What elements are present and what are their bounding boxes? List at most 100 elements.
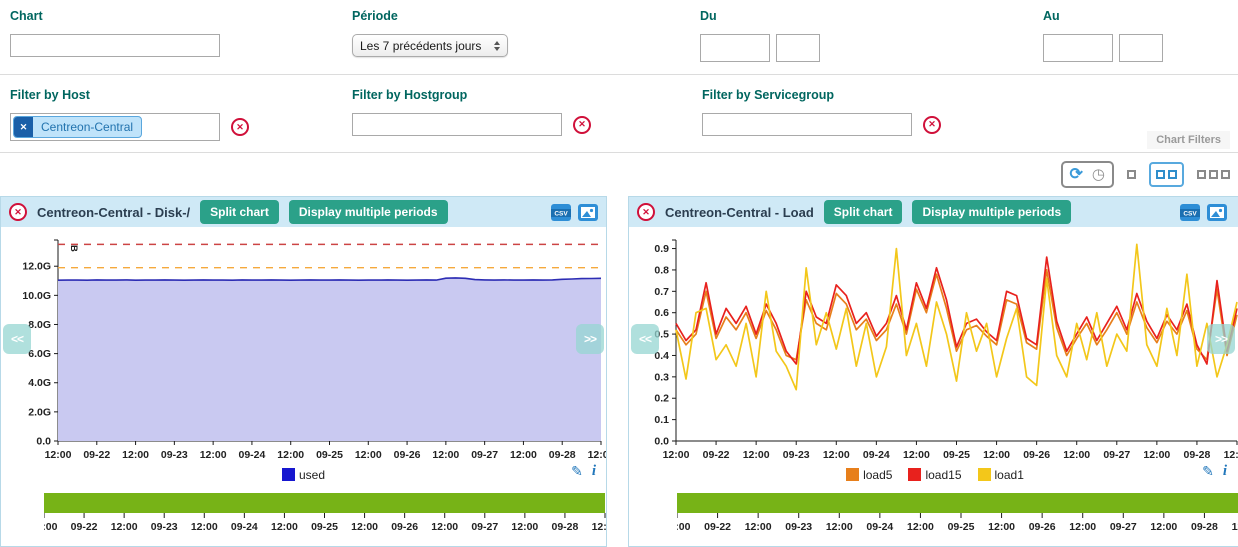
chart-brush-load[interactable]: 12:0009-2212:0009-2312:0009-2412:0009-25… [677,493,1238,539]
svg-text:12:00: 12:00 [907,521,934,533]
export-csv-icon[interactable]: CSV [550,203,572,222]
host-tag: ✕ Centreon-Central [13,116,142,138]
layout-three-column-icon[interactable] [1197,170,1230,179]
svg-text:09-24: 09-24 [863,449,890,461]
svg-text:8.0G: 8.0G [28,319,51,331]
svg-text:4.0G: 4.0G [28,377,51,389]
close-chart-icon[interactable]: ✕ [637,203,655,221]
select-arrows-icon [494,41,500,51]
clear-host-filter-icon[interactable]: ✕ [231,118,249,136]
svg-text:12:00: 12:00 [592,521,606,533]
display-multiple-periods-button[interactable]: Display multiple periods [289,200,448,224]
chart-filter-label: Chart [10,9,220,23]
refresh-controls-group: ⟳ ◷ [1061,161,1115,188]
legend-entry[interactable]: load5 [846,468,892,482]
svg-text:0.3: 0.3 [654,371,669,383]
svg-text:12:00: 12:00 [510,449,537,461]
clear-hostgroup-filter-icon[interactable]: ✕ [573,116,591,134]
servicegroup-filter-input[interactable] [702,113,912,136]
svg-text:09-22: 09-22 [71,521,98,533]
host-filter-input[interactable]: ✕ Centreon-Central [10,113,220,141]
filter-by-host-field: Filter by Host ✕ Centreon-Central ✕ [10,88,249,141]
layout-one-column-icon[interactable] [1127,170,1136,179]
svg-text:09-23: 09-23 [785,521,812,533]
au-time-input[interactable] [1119,34,1163,62]
legend-entry[interactable]: used [282,468,325,482]
svg-text:0.8: 0.8 [654,264,669,276]
scroll-right-button[interactable]: >> [576,324,604,354]
filter-by-hostgroup-label: Filter by Hostgroup [352,88,591,102]
hostgroup-filter-input[interactable] [352,113,562,136]
svg-text:12:00: 12:00 [1232,521,1238,533]
refresh-icon[interactable]: ⟳ [1070,167,1083,183]
legend-label: load15 [925,468,961,482]
svg-text:12:00: 12:00 [271,521,298,533]
svg-text:09-25: 09-25 [311,521,338,533]
chart-title: Centreon-Central - Load [665,205,814,220]
legend-swatch [908,468,921,481]
svg-text:12:00: 12:00 [45,449,72,461]
legend-label: load1 [995,468,1024,482]
edit-pencil-icon[interactable]: ✎ [1202,463,1214,480]
legend-entry[interactable]: load1 [978,468,1024,482]
chart-plot-load[interactable]: 0.00.10.20.30.40.50.60.70.80.912:0009-22… [629,230,1238,462]
svg-text:12:00: 12:00 [745,521,772,533]
filter-by-servicegroup-field: Filter by Servicegroup ✕ [702,88,941,136]
chart-filter-input[interactable] [10,34,220,57]
au-label: Au [1043,9,1163,23]
svg-text:12:00: 12:00 [1224,449,1238,461]
svg-text:09-22: 09-22 [83,449,110,461]
top-filter-bar: Chart Période Les 7 précédents jours Du … [0,0,1238,74]
layout-two-column-icon[interactable] [1149,162,1184,187]
split-chart-button[interactable]: Split chart [200,200,279,224]
svg-text:09-24: 09-24 [866,521,893,533]
tag-remove-icon[interactable]: ✕ [14,117,33,137]
chart-filters-section-label: Chart Filters [1147,131,1230,149]
scroll-left-button[interactable]: << [631,324,659,354]
legend-swatch [846,468,859,481]
svg-text:12:00: 12:00 [191,521,218,533]
clock-icon[interactable]: ◷ [1092,167,1105,182]
chart-brush-disk[interactable]: 12:0009-2212:0009-2312:0009-2412:0009-25… [44,493,606,539]
periode-selected-value: Les 7 précédents jours [360,39,481,53]
export-csv-icon[interactable]: CSV [1179,203,1201,222]
edit-pencil-icon[interactable]: ✎ [571,463,583,480]
svg-text:12:00: 12:00 [431,521,458,533]
svg-text:12:00: 12:00 [1143,449,1170,461]
du-field: Du [700,9,820,62]
au-date-input[interactable] [1043,34,1113,62]
legend-swatch [978,468,991,481]
svg-text:09-25: 09-25 [316,449,343,461]
scroll-left-button[interactable]: << [3,324,31,354]
svg-text:12:00: 12:00 [983,449,1010,461]
svg-text:0.0: 0.0 [36,436,51,448]
clear-servicegroup-filter-icon[interactable]: ✕ [923,116,941,134]
chart-header-disk: ✕ Centreon-Central - Disk-/ Split chart … [1,197,606,227]
legend-label: used [299,468,325,482]
periode-select[interactable]: Les 7 précédents jours [352,34,508,57]
scroll-right-button[interactable]: >> [1207,324,1235,354]
info-icon[interactable]: i [592,463,596,480]
display-multiple-periods-button[interactable]: Display multiple periods [912,200,1071,224]
svg-text:09-23: 09-23 [161,449,188,461]
svg-text:09-26: 09-26 [391,521,418,533]
close-chart-icon[interactable]: ✕ [9,203,27,221]
du-time-input[interactable] [776,34,820,62]
periode-field: Période Les 7 précédents jours [352,9,508,57]
du-date-input[interactable] [700,34,770,62]
legend-swatch [282,468,295,481]
svg-text:12:00: 12:00 [200,449,227,461]
filter-by-hostgroup-field: Filter by Hostgroup ✕ [352,88,591,136]
chart-plot-disk[interactable]: 0.02.0G4.0G6.0G8.0G10.0G12.0G12:0009-221… [1,230,606,462]
svg-text:12:00: 12:00 [1150,521,1177,533]
svg-text:09-24: 09-24 [231,521,258,533]
split-chart-button[interactable]: Split chart [824,200,903,224]
legend-entry[interactable]: load15 [908,468,961,482]
export-image-icon[interactable] [1207,203,1227,222]
svg-text:12:00: 12:00 [903,449,930,461]
svg-text:12:00: 12:00 [588,449,606,461]
svg-text:12:00: 12:00 [1069,521,1096,533]
filter-by-servicegroup-label: Filter by Servicegroup [702,88,941,102]
info-icon[interactable]: i [1223,463,1227,480]
export-image-icon[interactable] [578,203,598,222]
